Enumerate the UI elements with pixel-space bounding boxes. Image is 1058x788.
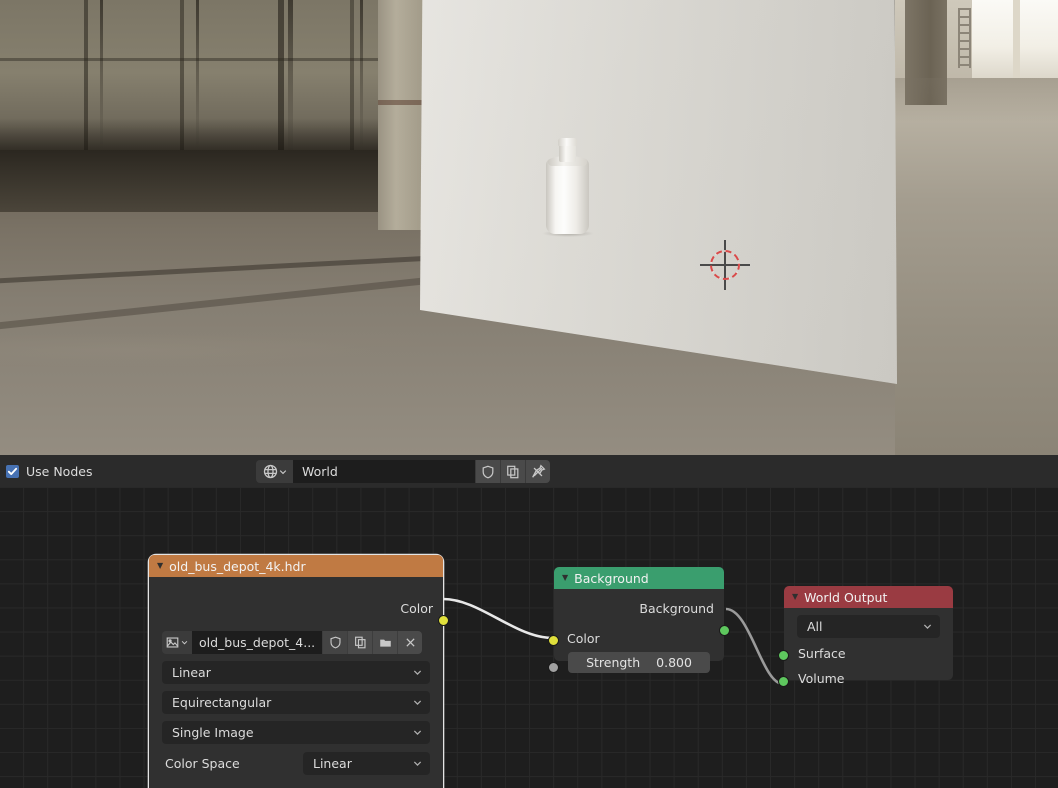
node-background-body: Background Color Strength 0.800 — [548, 589, 730, 673]
input-socket-volume[interactable] — [778, 676, 789, 687]
interpolation-dropdown[interactable]: Linear — [162, 661, 430, 684]
input-color-row: Color — [554, 631, 724, 646]
node-image-texture-title: old_bus_depot_4k.hdr — [169, 558, 306, 574]
3d-cursor-icon — [700, 240, 750, 290]
use-nodes-checkbox[interactable]: Use Nodes — [6, 464, 92, 479]
collapse-triangle-icon[interactable]: ▼ — [562, 574, 568, 582]
fake-user-button[interactable] — [475, 460, 500, 483]
check-icon — [7, 467, 18, 475]
node-world-output-header[interactable]: ▼ World Output — [784, 586, 953, 608]
color-space-label: Color Space — [165, 756, 240, 771]
new-image-button[interactable] — [347, 631, 372, 654]
node-image-texture[interactable]: ▼ old_bus_depot_4k.hdr Color old_bus_dep… — [149, 555, 449, 788]
strength-value: 0.800 — [656, 655, 692, 670]
output-socket-background[interactable] — [719, 625, 730, 636]
input-socket-color[interactable] — [548, 635, 559, 646]
3d-viewport[interactable] — [0, 0, 1058, 455]
blender-window: Use Nodes World ▼ old_bus_depot_4k.hdr C… — [0, 0, 1058, 788]
projection-value: Equirectangular — [172, 695, 272, 710]
node-world-output-body: All Surface Volume — [778, 608, 953, 687]
source-dropdown[interactable]: Single Image — [162, 721, 430, 744]
input-surface-label: Surface — [798, 646, 846, 661]
node-background[interactable]: ▼ Background Background Color Strength 0… — [548, 567, 730, 673]
image-icon — [166, 637, 179, 648]
chevron-down-icon — [413, 700, 422, 706]
output-background-row: Background — [554, 601, 724, 617]
collapse-triangle-icon[interactable]: ▼ — [792, 593, 798, 601]
node-world-output[interactable]: ▼ World Output All Surface Volume — [778, 586, 953, 687]
node-background-title: Background — [574, 570, 649, 586]
use-nodes-checkbox-box[interactable] — [6, 464, 19, 478]
node-image-texture-header[interactable]: ▼ old_bus_depot_4k.hdr — [149, 555, 443, 577]
shader-node-editor[interactable]: Use Nodes World ▼ old_bus_depot_4k.hdr C… — [0, 455, 1058, 788]
image-browse-dropdown[interactable] — [162, 631, 192, 654]
chevron-down-icon — [181, 640, 188, 645]
world-datablock-dropdown[interactable] — [256, 460, 293, 483]
input-volume-label: Volume — [798, 671, 845, 686]
output-background-label: Background — [639, 601, 714, 616]
new-world-button[interactable] — [500, 460, 525, 483]
target-value: All — [807, 619, 823, 634]
fake-user-button[interactable] — [322, 631, 347, 654]
color-space-value: Linear — [313, 756, 352, 771]
world-name-field[interactable]: World — [293, 460, 475, 483]
folder-icon — [379, 639, 391, 647]
input-socket-strength[interactable] — [548, 662, 559, 673]
shield-icon — [329, 636, 341, 649]
pin-icon — [532, 464, 546, 478]
node-image-texture-body: Color old_bus_depot_4... Linear Equirect… — [149, 577, 449, 788]
image-datablock-selector[interactable]: old_bus_depot_4... — [162, 631, 430, 654]
x-icon — [405, 638, 415, 647]
chevron-down-icon — [279, 469, 286, 474]
chevron-down-icon — [413, 670, 422, 676]
world-icon — [263, 464, 277, 479]
world-datablock-selector[interactable]: World — [256, 460, 550, 483]
node-background-header[interactable]: ▼ Background — [554, 567, 724, 589]
strength-label: Strength — [586, 655, 641, 670]
chevron-down-icon — [923, 624, 932, 630]
projection-dropdown[interactable]: Equirectangular — [162, 691, 430, 714]
image-name-field[interactable]: old_bus_depot_4... — [192, 631, 322, 654]
shield-icon — [482, 465, 494, 478]
input-color-label: Color — [567, 631, 600, 646]
interpolation-value: Linear — [172, 665, 211, 680]
pin-id-button[interactable] — [527, 460, 550, 483]
input-surface-row: Surface — [784, 646, 953, 661]
node-editor-canvas[interactable]: ▼ old_bus_depot_4k.hdr Color old_bus_dep… — [0, 487, 1058, 788]
output-color-row: Color — [149, 601, 443, 617]
output-socket-color[interactable] — [438, 615, 449, 626]
unlink-image-button[interactable] — [397, 631, 422, 654]
copy-icon — [354, 636, 366, 649]
open-image-button[interactable] — [372, 631, 397, 654]
chevron-down-icon — [413, 761, 422, 767]
source-value: Single Image — [172, 725, 254, 740]
collapse-triangle-icon[interactable]: ▼ — [157, 562, 163, 570]
copy-icon — [507, 465, 519, 478]
input-socket-surface[interactable] — [778, 650, 789, 661]
color-space-row: Color Space Linear — [162, 752, 430, 775]
output-color-label: Color — [400, 601, 433, 616]
input-volume-row: Volume — [784, 671, 953, 686]
chevron-down-icon — [413, 730, 422, 736]
use-nodes-label: Use Nodes — [26, 463, 93, 479]
node-world-output-title: World Output — [804, 589, 888, 605]
color-space-dropdown[interactable]: Linear — [303, 752, 430, 775]
target-dropdown[interactable]: All — [797, 615, 940, 638]
bottle-object[interactable] — [542, 138, 594, 237]
node-editor-header: Use Nodes World — [0, 455, 1058, 487]
strength-slider[interactable]: Strength 0.800 — [568, 652, 710, 673]
